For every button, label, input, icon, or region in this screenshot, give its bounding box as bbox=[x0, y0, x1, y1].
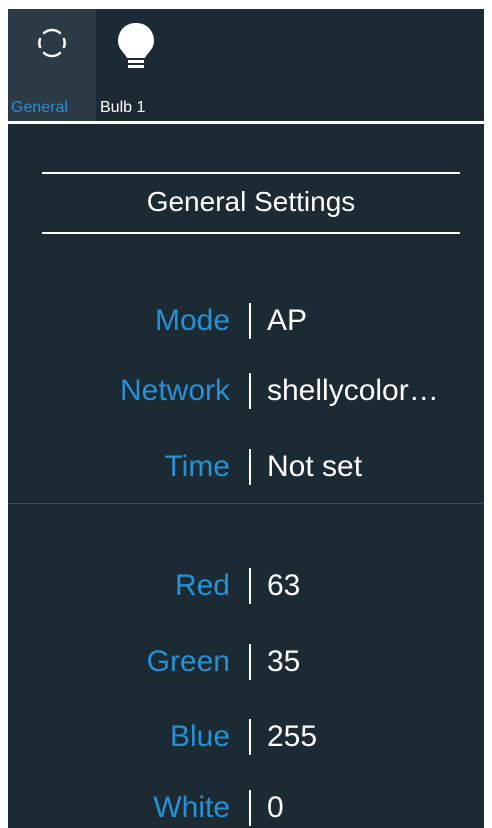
green-value: 35 bbox=[267, 645, 301, 678]
tab-bulb-label: Bulb 1 bbox=[100, 99, 146, 116]
section-divider bbox=[8, 503, 484, 504]
blue-row: Blue 255 bbox=[8, 717, 484, 757]
focus-frame-icon bbox=[38, 28, 66, 58]
mode-label: Mode bbox=[154, 304, 230, 337]
blue-label: Blue bbox=[169, 720, 230, 753]
green-label: Green bbox=[146, 645, 230, 678]
red-row: Red 63 bbox=[8, 566, 484, 606]
white-row: White 0 bbox=[8, 788, 484, 828]
row-separator bbox=[249, 644, 251, 680]
network-value: shellycolor… bbox=[267, 374, 439, 407]
tab-general-label: General bbox=[11, 99, 68, 116]
tab-bulb-1[interactable]: Bulb 1 bbox=[96, 9, 176, 121]
section-bottom-rule bbox=[42, 232, 460, 234]
network-row: Network shellycolor… bbox=[8, 371, 484, 411]
time-label: Time bbox=[164, 450, 230, 483]
row-separator bbox=[249, 719, 251, 755]
tab-general[interactable]: General bbox=[8, 9, 96, 121]
row-separator bbox=[249, 568, 251, 604]
tab-underline bbox=[8, 121, 484, 124]
section-title: General Settings bbox=[146, 186, 356, 217]
time-row: Time Not set bbox=[8, 447, 484, 487]
tab-bar: General Bulb 1 bbox=[8, 9, 484, 125]
lightbulb-icon bbox=[118, 23, 154, 68]
blue-value: 255 bbox=[267, 720, 318, 753]
time-value: Not set bbox=[267, 450, 363, 483]
red-value: 63 bbox=[267, 569, 301, 602]
row-separator bbox=[249, 303, 251, 339]
app-screen: General Bulb 1 General Settings Mode AP … bbox=[8, 9, 484, 828]
mode-value: AP bbox=[267, 304, 308, 337]
row-separator bbox=[249, 790, 251, 826]
network-label: Network bbox=[119, 374, 230, 407]
white-value: 0 bbox=[267, 791, 284, 824]
mode-row: Mode AP bbox=[8, 301, 484, 341]
row-separator bbox=[249, 373, 251, 409]
row-separator bbox=[249, 449, 251, 485]
green-row: Green 35 bbox=[8, 642, 484, 682]
section-top-rule bbox=[42, 172, 460, 174]
white-label: White bbox=[153, 791, 230, 824]
red-label: Red bbox=[174, 569, 230, 602]
